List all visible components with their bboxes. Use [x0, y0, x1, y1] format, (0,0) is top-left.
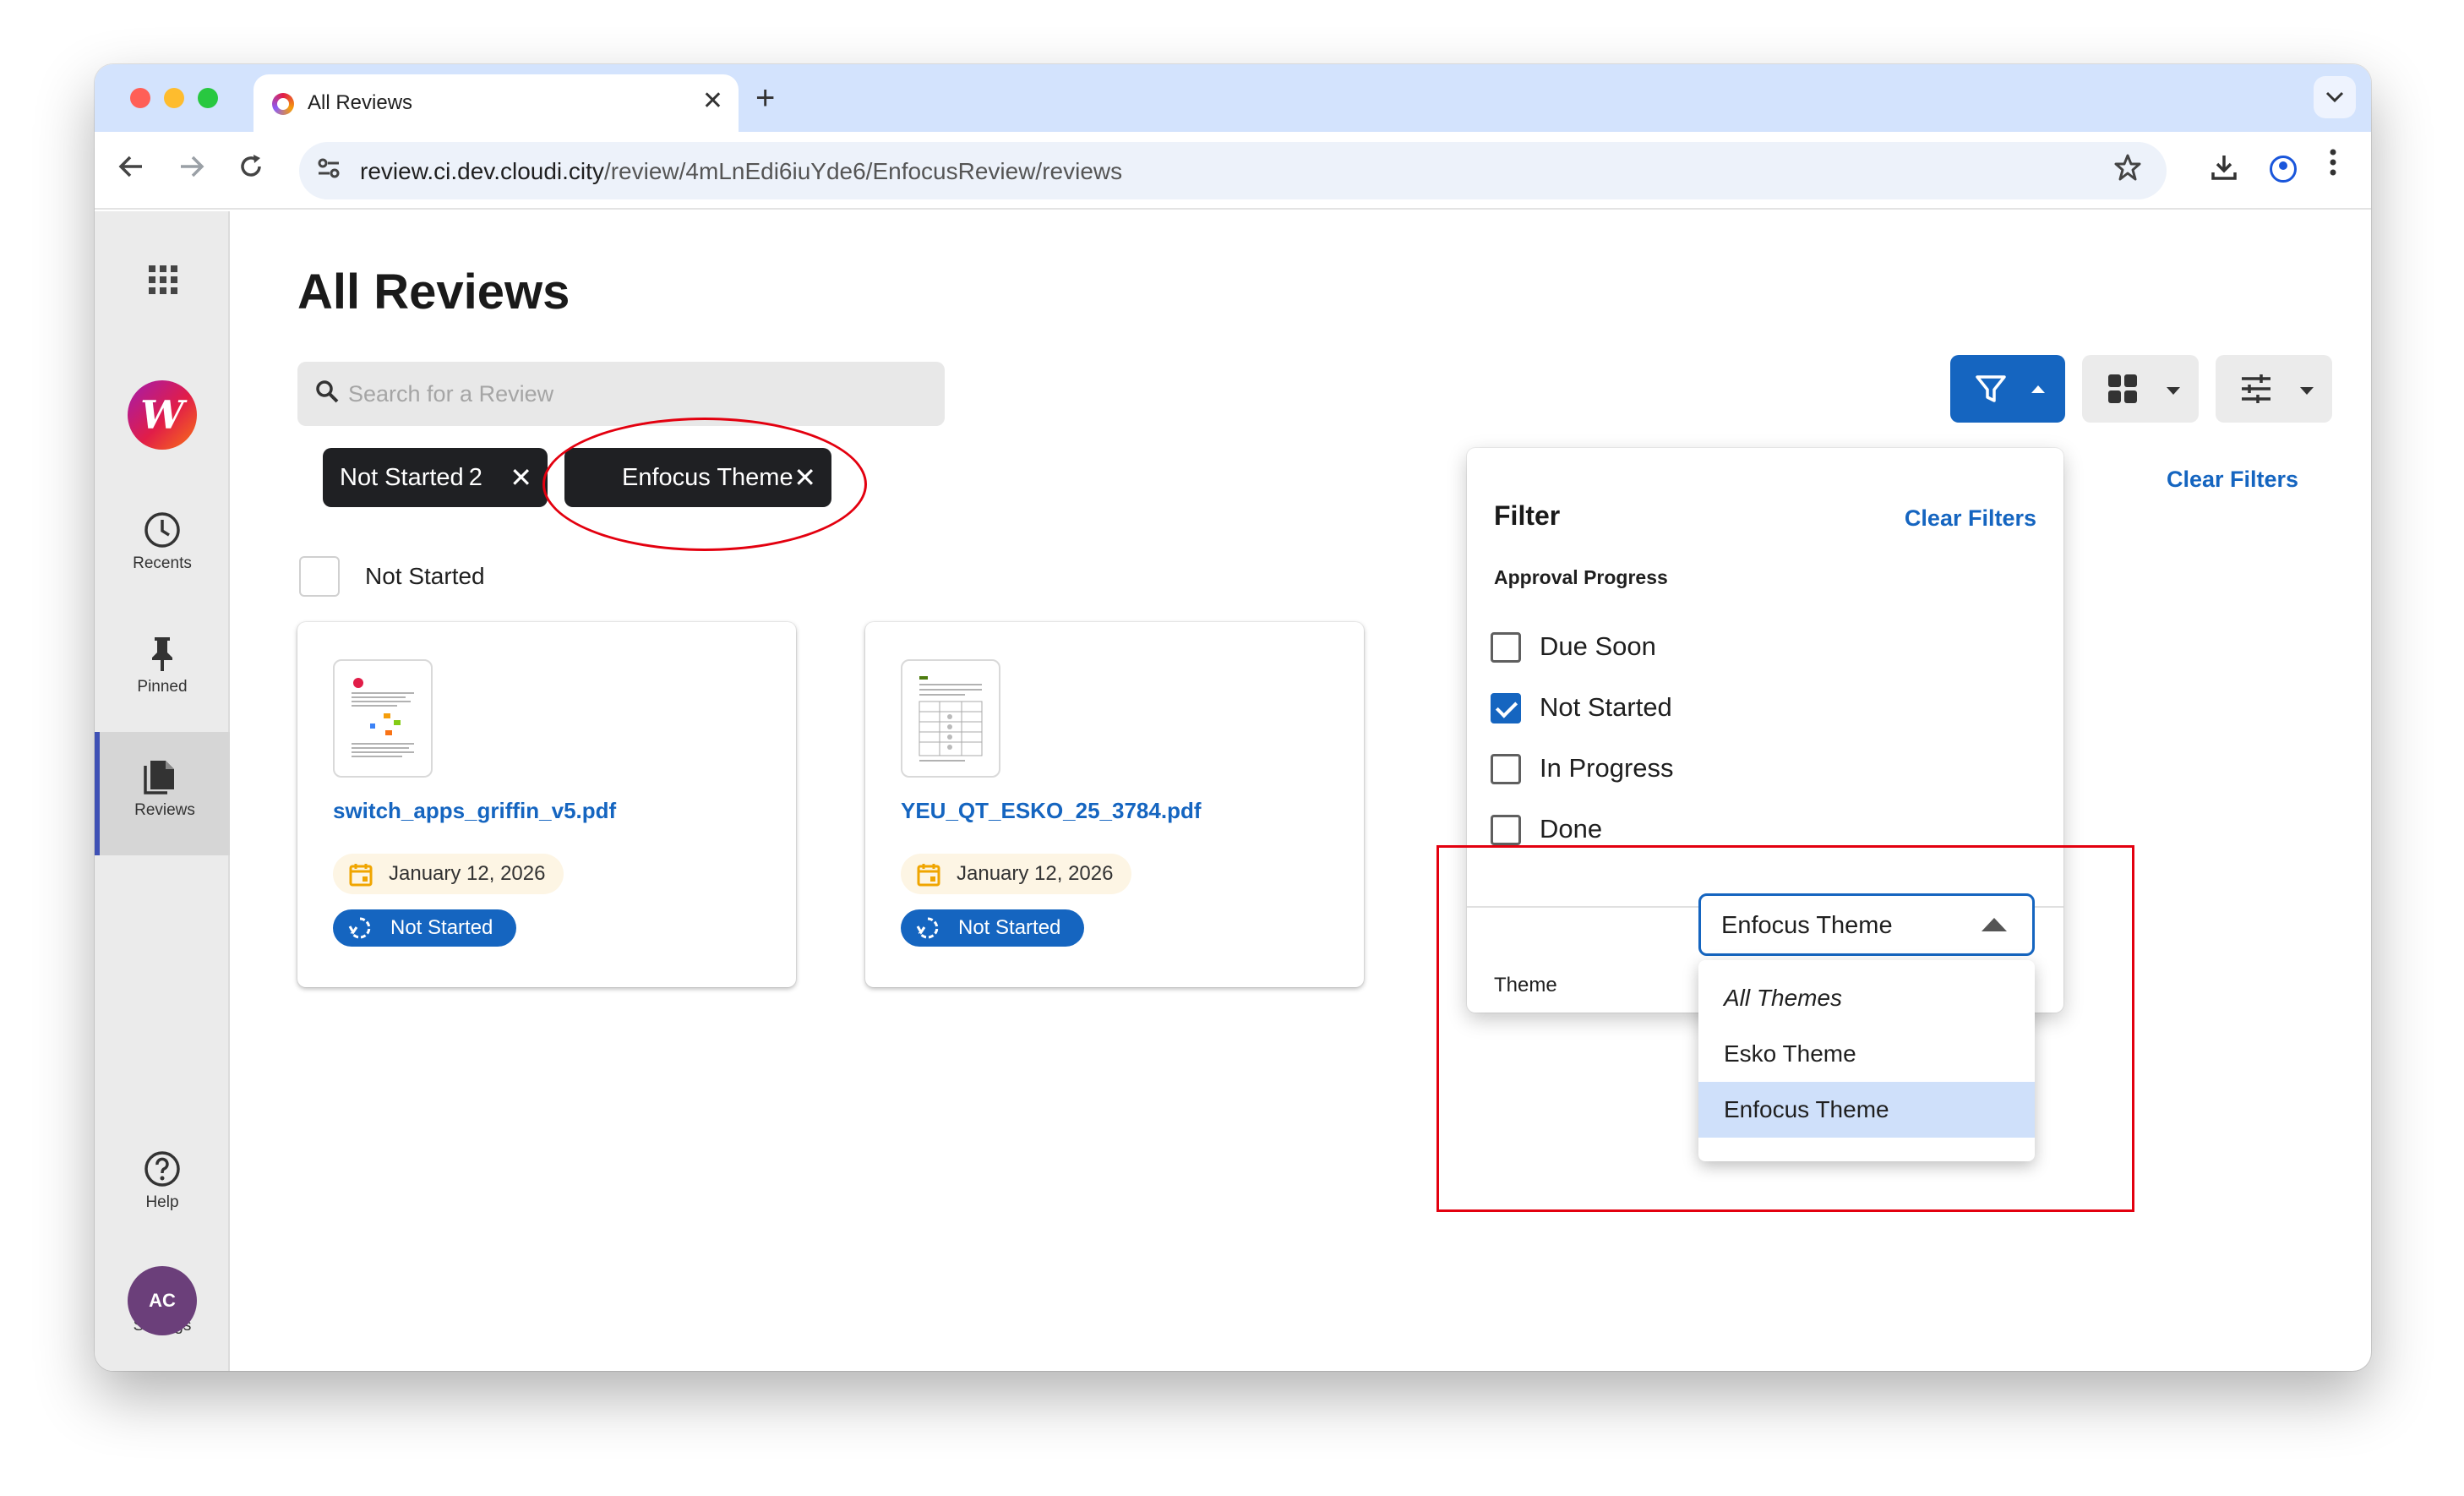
document-thumbnail[interactable] [333, 659, 433, 778]
url-path: /review/4mLnEdi6iuYde6/EnfocusReview/rev… [603, 158, 1123, 184]
review-file-name[interactable]: YEU_QT_ESKO_25_3784.pdf [901, 798, 1202, 824]
forward-arrow-icon [181, 156, 204, 177]
tab-search-button[interactable] [2314, 76, 2356, 118]
due-date-text: January 12, 2026 [957, 862, 1114, 885]
status-text: Not Started [958, 916, 1061, 939]
url-domain: review.ci.dev.cloudi.city [360, 158, 604, 184]
sort-options-button[interactable] [2216, 355, 2332, 423]
more-icon[interactable] [2329, 147, 2337, 186]
url-text: review.ci.dev.cloudi.city/review/4mLnEdi… [360, 158, 1122, 185]
sidebar-item-help[interactable]: Help [95, 1124, 230, 1248]
reload-icon [241, 155, 261, 177]
back-arrow-icon [118, 156, 142, 177]
progress-spinner-icon [916, 917, 939, 939]
due-date-chip: January 12, 2026 [333, 854, 564, 894]
checkbox[interactable] [1491, 815, 1521, 845]
checkbox-checked[interactable] [1491, 693, 1521, 723]
due-date-text: January 12, 2026 [389, 862, 546, 885]
review-card[interactable]: switch_apps_griffin_v5.pdf January 12, 2… [297, 622, 796, 987]
documents-icon [144, 761, 174, 794]
sidebar-item-label: Recents [133, 554, 192, 572]
sidebar-item-label: Pinned [137, 678, 188, 696]
address-bar[interactable]: review.ci.dev.cloudi.city/review/4mLnEdi… [299, 142, 2167, 199]
status-badge: Not Started [333, 909, 517, 947]
caret-down-icon [2300, 387, 2314, 395]
sidebar-item-pinned[interactable]: Pinned [95, 609, 230, 732]
pdf-preview-icon [352, 678, 414, 757]
close-window-button[interactable] [130, 88, 150, 108]
due-date-chip: January 12, 2026 [901, 854, 1132, 894]
tune-sliders-icon [2242, 374, 2270, 403]
status-text: Not Started [390, 916, 493, 939]
app-sidebar: W Recents Pinned Reviews Help AC [95, 211, 230, 1371]
filter-panel-title: Filter [1494, 500, 1561, 531]
filter-option-label: Not Started [1540, 692, 1672, 722]
filter-panel-clear-filters[interactable]: Clear Filters [1905, 505, 2036, 532]
sidebar-item-label: Reviews [134, 801, 195, 819]
browser-tab[interactable]: All Reviews ✕ [253, 74, 739, 132]
filter-option-label: In Progress [1540, 753, 1674, 783]
sidebar-item-recents[interactable]: Recents [95, 485, 230, 609]
site-settings-icon[interactable] [316, 156, 341, 188]
caret-up-icon [2031, 385, 2045, 393]
search-bar[interactable] [297, 362, 945, 426]
tab-close-icon[interactable]: ✕ [702, 86, 723, 117]
clear-filters-link[interactable]: Clear Filters [2167, 467, 2298, 493]
calendar-icon [349, 864, 373, 887]
select-group-checkbox[interactable] [299, 556, 340, 597]
checkbox[interactable] [1491, 754, 1521, 784]
minimize-window-button[interactable] [164, 88, 184, 108]
sidebar-item-reviews[interactable]: Reviews [95, 732, 230, 855]
progress-spinner-icon [348, 917, 371, 939]
apps-grid-icon[interactable] [149, 265, 177, 294]
reload-button[interactable] [237, 150, 265, 191]
search-input[interactable] [348, 375, 923, 412]
forward-button[interactable] [177, 150, 206, 191]
document-thumbnail[interactable] [901, 659, 1000, 778]
grid-view-icon [2108, 374, 2137, 403]
page-title: All Reviews [297, 265, 570, 319]
filter-option-label: Due Soon [1540, 631, 1656, 661]
filter-button[interactable] [1950, 355, 2065, 423]
checkbox[interactable] [1491, 632, 1521, 663]
user-avatar[interactable]: AC [128, 1266, 197, 1335]
download-icon[interactable] [2209, 152, 2239, 190]
new-tab-button[interactable]: + [755, 78, 775, 118]
filter-chip-status[interactable]: Not Started 2 ✕ [323, 448, 548, 507]
group-label: Not Started [365, 563, 485, 589]
review-file-name[interactable]: switch_apps_griffin_v5.pdf [333, 798, 616, 824]
search-icon [316, 380, 339, 403]
filter-option-label: Done [1540, 814, 1603, 844]
maximize-window-button[interactable] [198, 88, 218, 108]
caret-down-icon [2167, 387, 2180, 395]
view-mode-button[interactable] [2082, 355, 2199, 423]
calendar-icon [917, 864, 940, 887]
filter-funnel-icon [1976, 375, 2006, 402]
clock-icon [144, 512, 180, 548]
chevron-down-icon [2325, 91, 2344, 103]
annotation-ellipse [542, 418, 867, 551]
chip-close-icon[interactable]: ✕ [510, 448, 532, 507]
sidebar-item-label: Help [145, 1193, 179, 1211]
tab-strip: All Reviews ✕ + [95, 64, 2371, 132]
pin-icon [152, 637, 172, 671]
tab-title: All Reviews [308, 91, 413, 114]
chip-label: Not Started [340, 464, 464, 491]
chip-count: 2 [468, 464, 482, 491]
approval-progress-heading: Approval Progress [1494, 566, 1668, 588]
account-icon[interactable] [2270, 156, 2297, 183]
browser-toolbar: review.ci.dev.cloudi.city/review/4mLnEdi… [95, 132, 2371, 210]
status-badge: Not Started [901, 909, 1085, 947]
back-button[interactable] [117, 150, 145, 191]
app-logo[interactable]: W [128, 380, 197, 450]
help-icon [144, 1151, 180, 1187]
pdf-preview-icon [919, 676, 983, 762]
favicon-icon [272, 93, 294, 115]
review-card[interactable]: YEU_QT_ESKO_25_3784.pdf January 12, 2026… [865, 622, 1364, 987]
annotation-rectangle [1436, 845, 2134, 1212]
bookmark-star-icon[interactable] [2112, 152, 2143, 190]
